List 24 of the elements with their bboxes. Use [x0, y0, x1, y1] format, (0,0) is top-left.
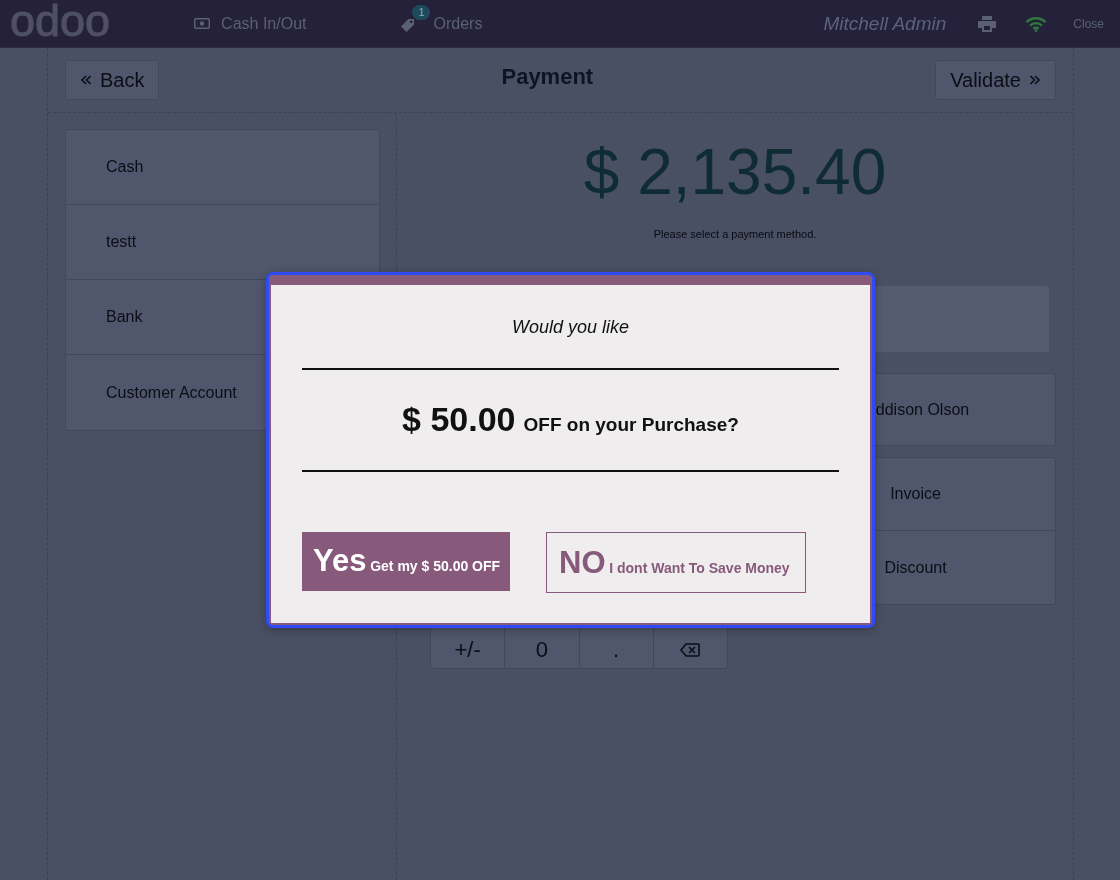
- nav-button[interactable]: 1 Orders: [400, 4, 483, 43]
- wifi-icon: [1025, 15, 1048, 32]
- discount-amount: $ 50.00: [402, 400, 516, 439]
- accept-button[interactable]: Yes Get my $ 50.00 OFF: [302, 532, 510, 591]
- validate-button[interactable]: Validate: [935, 60, 1056, 100]
- payment-method-item[interactable]: Cash: [66, 130, 379, 205]
- tag-icon: [400, 18, 416, 33]
- count-badge: 1: [412, 5, 431, 20]
- offer-text: OFF on your Purchase?: [523, 414, 739, 436]
- total-amount: $ 2,135.40: [583, 140, 887, 204]
- dialog-title: Would you like: [511, 316, 630, 338]
- back-button[interactable]: Back: [65, 60, 160, 100]
- nav-button[interactable]: Cash In/Out: [194, 14, 307, 33]
- close-button[interactable]: Close: [1073, 16, 1104, 31]
- banknote-icon: [194, 18, 211, 29]
- decline-button[interactable]: NO I dont Want To Save Money: [546, 532, 806, 593]
- double-chevron-left-icon: [80, 74, 92, 86]
- user-name: Mitchell Admin: [823, 12, 947, 35]
- double-chevron-right-icon: [1029, 74, 1041, 86]
- backspace-icon: [680, 643, 701, 657]
- payment-method-item[interactable]: Customer Account: [66, 355, 379, 430]
- status-message: Please select a payment method.: [653, 228, 817, 240]
- page-title: Payment: [501, 64, 594, 90]
- printer-icon[interactable]: [978, 15, 997, 32]
